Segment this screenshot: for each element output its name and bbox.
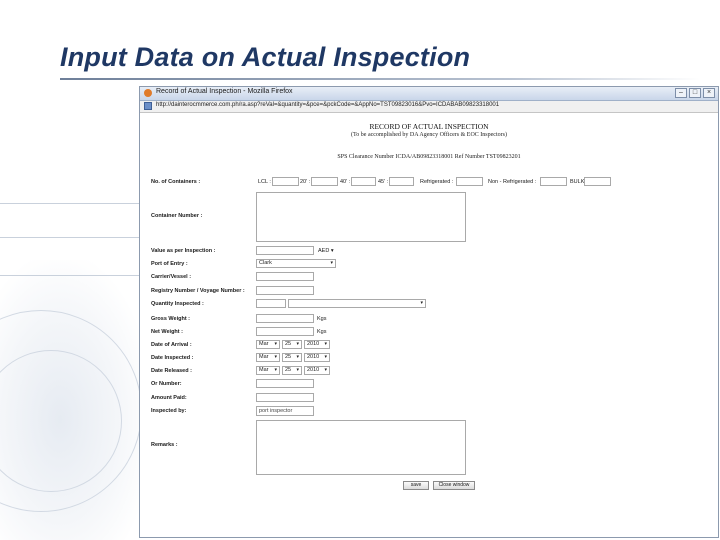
value-inspection-label: Value as per Inspection :	[151, 248, 216, 254]
port-value: Clark	[259, 260, 272, 266]
chevron-down-icon: ▾	[324, 341, 327, 347]
non-refrigerated-label: Non - Refrigerated :	[488, 179, 537, 185]
inspected-year-select[interactable]: 2010 ▾	[304, 353, 330, 362]
arrival-day-select[interactable]: 25 ▾	[282, 340, 302, 349]
title-underline	[60, 78, 700, 80]
net-weight-input[interactable]	[256, 327, 314, 336]
c40-label: 40' :	[340, 179, 351, 185]
chevron-down-icon: ▾	[274, 341, 277, 347]
slide-title: Input Data on Actual Inspection	[60, 42, 471, 72]
lcl-label: LCL :	[258, 179, 271, 185]
port-of-entry-label: Port of Entry :	[151, 261, 188, 267]
window-titlebar[interactable]: Record of Actual Inspection - Mozilla Fi…	[140, 87, 718, 101]
c45-input[interactable]	[389, 177, 414, 186]
c20-input[interactable]	[311, 177, 338, 186]
window-title: Record of Actual Inspection - Mozilla Fi…	[156, 88, 293, 95]
refrigerated-label: Refrigerated :	[420, 179, 454, 185]
minimize-icon[interactable]: –	[675, 88, 687, 98]
or-number-input[interactable]	[256, 379, 314, 388]
close-icon[interactable]: ×	[703, 88, 715, 98]
date-released-label: Date Released :	[151, 368, 192, 374]
date-arrival-label: Date of Arrival :	[151, 342, 192, 348]
inspected-day: 25	[285, 354, 292, 360]
gross-weight-unit: Kgs	[317, 316, 327, 322]
url-text[interactable]: http://dainterocmmerce.com.ph/ra.asp?reV…	[156, 102, 499, 108]
carrier-vessel-label: Carrier/Vessel :	[151, 274, 192, 280]
decoration-line	[0, 237, 140, 238]
quantity-unit-select[interactable]: ▾	[288, 299, 426, 308]
c20-label: 20' :	[300, 179, 311, 185]
net-weight-label: Net Weight :	[151, 329, 183, 335]
quantity-inspected-label: Quantity Inspected :	[151, 301, 204, 307]
inspected-day-select[interactable]: 25 ▾	[282, 353, 302, 362]
remarks-label: Remarks :	[151, 442, 178, 448]
arrival-day: 25	[285, 341, 292, 347]
released-year-select[interactable]: 2010 ▾	[304, 366, 330, 375]
gross-weight-input[interactable]	[256, 314, 314, 323]
currency-value: AED	[318, 248, 330, 254]
window-controls: – □ ×	[675, 88, 715, 98]
registry-voyage-input[interactable]	[256, 286, 314, 295]
inspected-year: 2010	[307, 354, 320, 360]
decoration-line	[0, 203, 140, 204]
container-number-label: Container Number :	[151, 213, 203, 219]
arrival-year-select[interactable]: 2010 ▾	[304, 340, 330, 349]
inspected-by-input[interactable]: port inspector	[256, 406, 314, 416]
carrier-vessel-input[interactable]	[256, 272, 314, 281]
slide-decoration	[0, 90, 150, 540]
chevron-down-icon: ▾	[324, 354, 327, 360]
c45-label: 45' :	[378, 179, 389, 185]
browser-window: Record of Actual Inspection - Mozilla Fi…	[139, 86, 719, 538]
or-number-label: Or Number:	[151, 381, 182, 387]
released-month-select[interactable]: Mar ▾	[256, 366, 280, 375]
remarks-textarea[interactable]	[256, 420, 466, 475]
quantity-inspected-input[interactable]	[256, 299, 286, 308]
arrival-year: 2010	[307, 341, 320, 347]
chevron-down-icon: ▾	[296, 341, 299, 347]
chevron-down-icon: ▾	[324, 367, 327, 373]
form-subheading: (To be accomplished by DA Agency Officer…	[351, 132, 507, 138]
registry-voyage-label: Registry Number / Voyage Number :	[151, 288, 245, 294]
chevron-down-icon: ▾	[296, 367, 299, 373]
port-of-entry-select[interactable]: Clark ▾	[256, 259, 336, 268]
released-day: 25	[285, 367, 292, 373]
arrival-month: Mar	[259, 341, 269, 347]
value-inspection-input[interactable]	[256, 246, 314, 255]
amount-paid-input[interactable]	[256, 393, 314, 402]
bulk-input[interactable]	[584, 177, 611, 186]
clearance-line: SPS Clearance Number ICDA/AB09823318001 …	[337, 154, 521, 160]
chevron-down-icon: ▾	[330, 260, 333, 266]
date-inspected-label: Date Inspected :	[151, 355, 194, 361]
chevron-down-icon: ▾	[274, 367, 277, 373]
non-refrigerated-input[interactable]	[540, 177, 567, 186]
chevron-down-icon: ▾	[296, 354, 299, 360]
released-year: 2010	[307, 367, 320, 373]
chevron-down-icon: ▾	[274, 354, 277, 360]
c40-input[interactable]	[351, 177, 376, 186]
inspected-month: Mar	[259, 354, 269, 360]
containers-label: No. of Containers :	[151, 179, 201, 185]
inspected-month-select[interactable]: Mar ▾	[256, 353, 280, 362]
decoration-line	[0, 275, 140, 276]
inspected-by-label: Inspected by:	[151, 408, 187, 414]
arrival-month-select[interactable]: Mar ▾	[256, 340, 280, 349]
form-heading: RECORD OF ACTUAL INSPECTION	[369, 122, 489, 131]
amount-paid-label: Amount Paid:	[151, 395, 187, 401]
gross-weight-label: Gross Weight :	[151, 316, 191, 322]
save-button[interactable]: save	[403, 481, 429, 490]
lcl-input[interactable]	[272, 177, 299, 186]
net-weight-unit: Kgs	[317, 329, 327, 335]
firefox-icon	[144, 89, 152, 97]
site-favicon-icon	[144, 102, 152, 110]
released-month: Mar	[259, 367, 269, 373]
container-number-textarea[interactable]	[256, 192, 466, 242]
inspection-form: RECORD OF ACTUAL INSPECTION (To be accom…	[140, 112, 718, 537]
refrigerated-input[interactable]	[456, 177, 483, 186]
released-day-select[interactable]: 25 ▾	[282, 366, 302, 375]
maximize-icon[interactable]: □	[689, 88, 701, 98]
chevron-down-icon: ▾	[420, 300, 423, 306]
close-window-button[interactable]: Close window	[433, 481, 475, 490]
currency-select[interactable]: AED ▾	[318, 248, 334, 254]
